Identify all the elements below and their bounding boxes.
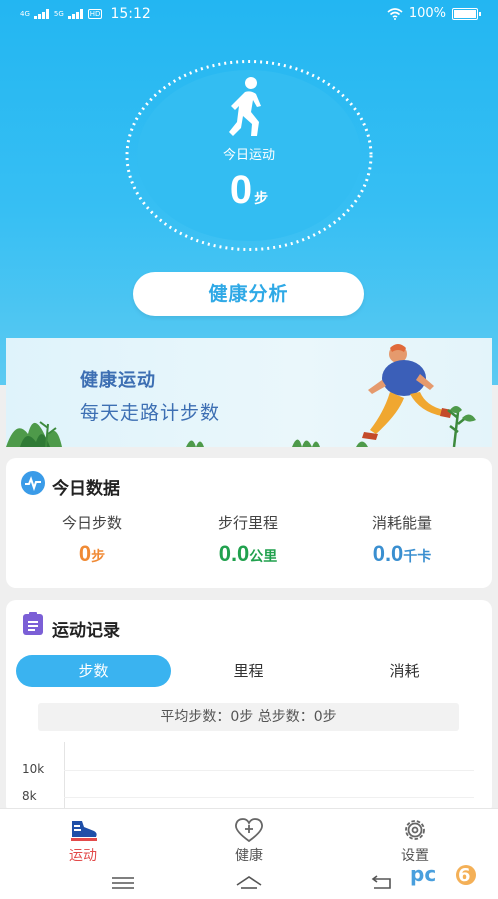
chart-gridline [64, 797, 474, 798]
promo-banner[interactable]: 健康运动 每天走路计步数 [6, 338, 492, 447]
stat-distance-unit: 公里 [249, 549, 278, 565]
nav-item-settings[interactable]: 设置 [332, 809, 498, 866]
today-steps-unit: 步 [254, 191, 269, 207]
stat-steps-unit: 步 [91, 549, 106, 565]
heart-plus-icon [235, 818, 263, 843]
stat-distance-label: 步行里程 [217, 514, 278, 532]
banner-title: 健康运动 [80, 370, 156, 391]
signal-label-2: 5G [53, 10, 64, 18]
stat-calories-label: 消耗能量 [371, 514, 432, 532]
watermark-logo: pc 6 [410, 862, 476, 886]
stat-calories-unit: 千卡 [403, 549, 432, 565]
today-data-title: 今日数据 [52, 479, 120, 499]
stat-calories: 消耗能量 0.0千卡 [322, 512, 482, 567]
signal-icon [33, 9, 50, 19]
battery-icon [452, 7, 481, 20]
gear-icon [405, 820, 425, 840]
tab-calories[interactable]: 消耗 [327, 655, 482, 687]
walking-person-icon [229, 77, 261, 136]
nav-label-exercise: 运动 [69, 848, 97, 864]
status-bar: 4G 5G HD 15:12 100% [0, 0, 498, 30]
today-activity-label: 今日运动 [222, 148, 275, 163]
chart-gridline [64, 770, 474, 771]
runner-illustration [6, 344, 476, 447]
menu-icon[interactable] [108, 873, 138, 893]
signal-icon-2 [67, 9, 84, 19]
y-tick-label: 10k [22, 762, 45, 776]
health-analysis-button[interactable]: 健康分析 [133, 272, 364, 316]
pulse-icon [21, 471, 45, 495]
clipboard-icon [23, 612, 43, 635]
nav-item-health[interactable]: 健康 [166, 809, 332, 866]
today-steps-value: 0 [229, 168, 253, 212]
stat-distance-value: 0.0 [218, 541, 250, 566]
back-icon[interactable] [366, 873, 396, 893]
today-steps-display: 0步 [0, 168, 498, 213]
wifi-icon [387, 7, 403, 20]
svg-text:6: 6 [458, 865, 471, 886]
battery-percent: 100% [408, 6, 446, 21]
shoe-icon [71, 821, 97, 841]
stat-steps-value: 0 [78, 541, 92, 566]
record-tabs: 步数 里程 消耗 [16, 655, 482, 687]
clock: 15:12 [110, 6, 151, 22]
banner-subtitle: 每天走路计步数 [80, 402, 221, 424]
signal-label-1: 4G [20, 10, 30, 18]
stat-distance: 步行里程 0.0公里 [168, 512, 328, 567]
tab-steps[interactable]: 步数 [16, 655, 171, 687]
svg-text:pc: pc [410, 862, 436, 886]
stat-steps-label: 今日步数 [61, 514, 122, 532]
nav-label-health: 健康 [235, 848, 263, 864]
y-tick-label: 8k [22, 789, 37, 803]
stat-steps: 今日步数 0步 [12, 512, 172, 567]
exercise-record-title: 运动记录 [52, 621, 120, 641]
steps-summary: 平均步数：0步 总步数：0步 [38, 703, 459, 731]
nav-item-exercise[interactable]: 运动 [0, 809, 166, 866]
hd-badge: HD [87, 9, 103, 19]
stat-calories-value: 0.0 [372, 541, 404, 566]
chart-y-axis [64, 742, 65, 812]
home-icon[interactable] [234, 873, 264, 893]
bottom-navigation: 运动 健康 设置 [0, 808, 498, 865]
tab-distance[interactable]: 里程 [171, 655, 326, 687]
